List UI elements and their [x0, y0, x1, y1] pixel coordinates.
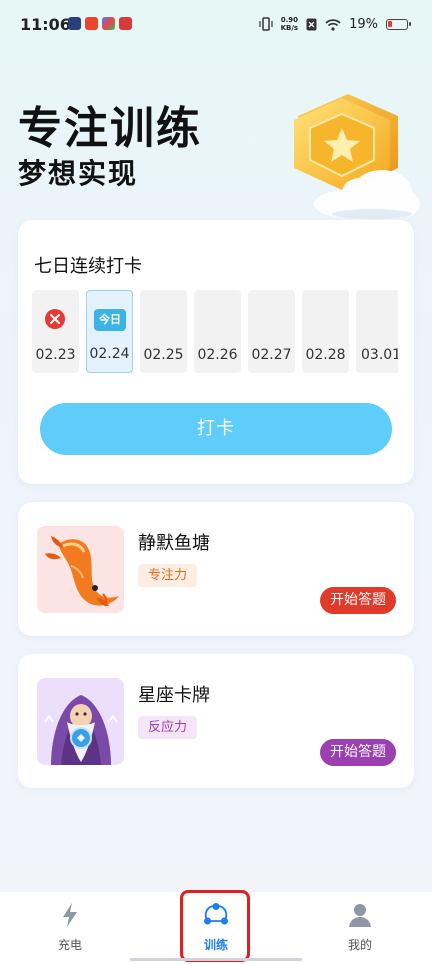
- day-cell: 02.28: [302, 290, 349, 373]
- app-notification-icon: [102, 17, 115, 30]
- status-time: 11:06: [20, 15, 71, 34]
- game-card-fishpond[interactable]: 静默鱼塘 专注力 开始答题: [18, 502, 414, 636]
- game-card-constellation[interactable]: 星座卡牌 反应力 开始答题: [18, 654, 414, 788]
- app-notification-icon: [85, 17, 98, 30]
- highlight-annotation: [180, 890, 250, 962]
- checkin-days: 02.23 今日 02.24 02.25 02.26 02.27 02.28 0…: [32, 290, 398, 373]
- checkin-title: 七日连续打卡: [34, 256, 142, 277]
- app-notification-icon: [68, 17, 81, 30]
- game-tag: 反应力: [138, 716, 198, 739]
- day-cell-today: 今日 02.24: [86, 290, 133, 373]
- day-date: 02.25: [143, 347, 184, 363]
- day-date: 02.27: [251, 347, 292, 363]
- day-cell: 02.23: [32, 290, 79, 373]
- notification-icons: [68, 17, 132, 30]
- app-notification-icon: [119, 17, 132, 30]
- checkin-card: 七日连续打卡 02.23 今日 02.24 02.25 02.26 02.27 …: [18, 220, 414, 484]
- home-indicator[interactable]: [130, 958, 302, 961]
- day-date: 03.01: [361, 347, 398, 363]
- day-cell: 02.27: [248, 290, 295, 373]
- battery-text: 19%: [349, 16, 378, 32]
- day-cell: 03.01: [356, 290, 398, 373]
- checkin-button[interactable]: 打卡: [40, 403, 392, 455]
- wizard-illustration: [37, 678, 124, 765]
- today-badge: 今日: [94, 309, 126, 331]
- wifi-icon: [325, 18, 341, 31]
- day-date: 02.26: [197, 347, 238, 363]
- status-right: 0.90 KB/s 19%: [259, 16, 411, 32]
- missed-icon: [45, 309, 65, 329]
- tab-charge[interactable]: 充电: [30, 902, 110, 953]
- start-quiz-button[interactable]: 开始答题: [320, 739, 396, 766]
- page-title: 专注训练: [18, 103, 202, 154]
- start-quiz-button[interactable]: 开始答题: [320, 587, 396, 614]
- status-bar: 11:06 0.90 KB/s 19%: [0, 0, 432, 50]
- page-subtitle: 梦想实现: [18, 157, 139, 190]
- game-name: 静默鱼塘: [138, 533, 210, 554]
- tab-label: 充电: [57, 938, 82, 952]
- battery-icon: [386, 18, 411, 30]
- day-date: 02.23: [35, 347, 76, 363]
- day-cell: 02.25: [140, 290, 187, 373]
- game-tag: 专注力: [138, 564, 198, 587]
- koi-fish-illustration: [37, 526, 124, 613]
- star-badge-illustration: [294, 94, 420, 219]
- no-sim-icon: [306, 18, 317, 30]
- tab-mine[interactable]: 我的: [320, 902, 400, 953]
- net-speed: 0.90 KB/s: [280, 16, 299, 32]
- vibrate-icon: [259, 17, 273, 31]
- game-name: 星座卡牌: [138, 685, 210, 706]
- lightning-icon: [63, 903, 77, 927]
- day-date: 02.24: [89, 346, 130, 362]
- person-icon: [349, 904, 371, 927]
- day-date: 02.28: [305, 347, 346, 363]
- day-cell: 02.26: [194, 290, 241, 373]
- tab-label: 我的: [347, 938, 372, 952]
